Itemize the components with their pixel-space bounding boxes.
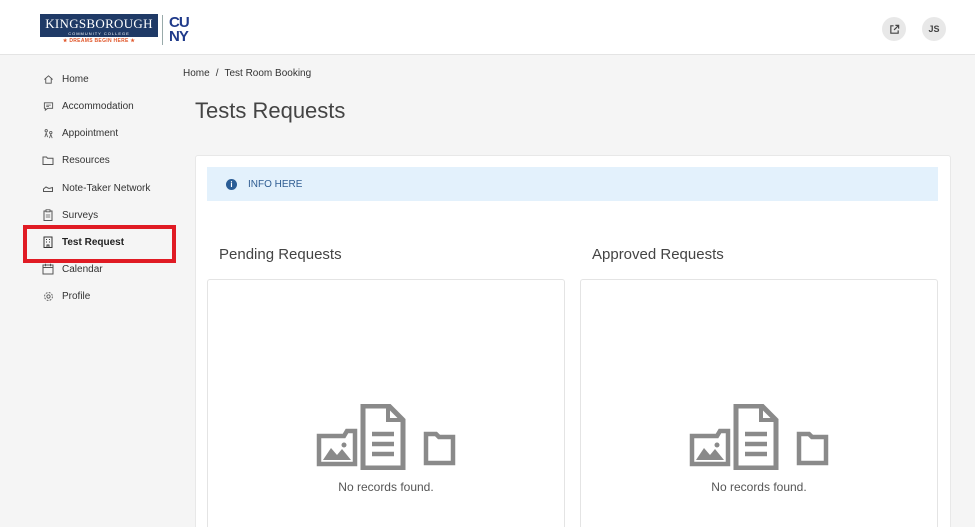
cuny-logo: CU NY [169, 14, 190, 45]
kingsborough-logo: KINGSBOROUGH COMMUNITY COLLEGE ★ DREAMS … [40, 14, 158, 46]
sidebar-item-note-taker-network[interactable]: Note-Taker Network [42, 178, 150, 198]
sidebar-item-label: Profile [62, 290, 91, 302]
breadcrumb-home[interactable]: Home [183, 68, 210, 79]
college-tagline: ★ DREAMS BEGIN HERE ★ [62, 38, 136, 44]
breadcrumb: Home / Test Room Booking [183, 68, 311, 79]
info-icon: i [226, 178, 237, 190]
college-name: KINGSBOROUGH [45, 16, 153, 31]
empty-state-message: No records found. [711, 480, 807, 494]
sidebar-item-label: Resources [62, 154, 110, 166]
empty-state: No records found. [208, 404, 564, 494]
folder-icon [42, 154, 54, 166]
hand-icon [42, 182, 54, 194]
sidebar-item-surveys[interactable]: Surveys [42, 205, 98, 225]
gear-icon [42, 290, 54, 302]
logo-divider [162, 15, 163, 45]
breadcrumb-separator: / [215, 68, 219, 79]
sidebar-item-resources[interactable]: Resources [42, 150, 110, 170]
sidebar-item-label: Appointment [62, 127, 119, 139]
no-records-icon [316, 404, 456, 470]
clipboard-icon [42, 209, 54, 221]
home-icon [42, 73, 54, 85]
empty-state-message: No records found. [338, 480, 434, 494]
sidebar-item-home[interactable]: Home [42, 69, 89, 89]
external-link-icon [889, 24, 899, 34]
top-header: KINGSBOROUGH COMMUNITY COLLEGE ★ DREAMS … [0, 0, 975, 55]
external-link-button[interactable] [882, 17, 906, 41]
sidebar-item-label: Note-Taker Network [62, 182, 151, 194]
pending-requests-title: Pending Requests [219, 246, 342, 263]
calendar-icon [42, 263, 54, 275]
breadcrumb-current: Test Room Booking [224, 68, 312, 79]
sidebar-item-label: Home [62, 73, 89, 85]
college-sub: COMMUNITY COLLEGE [68, 31, 130, 36]
college-logo[interactable]: KINGSBOROUGH COMMUNITY COLLEGE ★ DREAMS … [40, 14, 190, 46]
empty-state: No records found. [581, 404, 937, 494]
test-request-highlight-box [23, 225, 176, 263]
no-records-icon [689, 404, 829, 470]
sidebar-item-label: Surveys [62, 209, 99, 221]
pending-requests-panel: No records found. [207, 279, 565, 527]
people-icon [42, 127, 54, 139]
info-banner: i INFO HERE [207, 167, 938, 201]
sidebar-item-accommodation[interactable]: Accommodation [42, 96, 134, 116]
sidebar-item-appointment[interactable]: Appointment [42, 123, 118, 143]
approved-requests-title: Approved Requests [592, 246, 724, 263]
page-title: Tests Requests [195, 98, 346, 123]
sidebar-item-label: Calendar [62, 263, 103, 275]
sidebar-item-label: Accommodation [62, 100, 134, 112]
avatar[interactable]: JS [922, 17, 946, 41]
sidebar-item-profile[interactable]: Profile [42, 286, 90, 306]
approved-requests-panel: No records found. [580, 279, 938, 527]
chat-icon [42, 100, 54, 112]
info-text: INFO HERE [248, 178, 303, 190]
